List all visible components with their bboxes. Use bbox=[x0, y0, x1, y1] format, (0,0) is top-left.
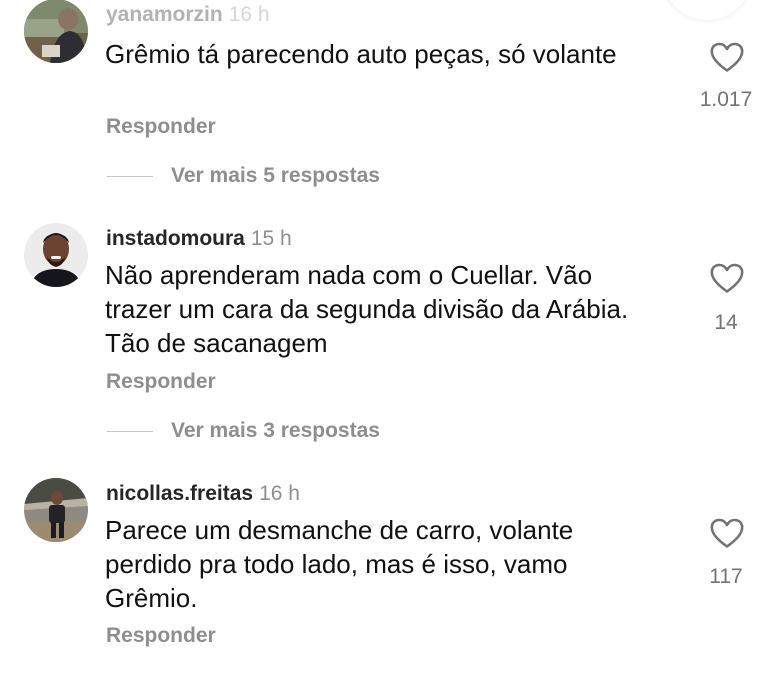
comment-text: Parece um desmanche de carro, volante pe… bbox=[105, 515, 574, 613]
heart-outline-icon[interactable] bbox=[709, 41, 745, 73]
view-more-replies-label: Ver mais 5 respostas bbox=[171, 164, 380, 187]
comment-username[interactable]: yanamorzin bbox=[106, 3, 223, 26]
like-count: 14 bbox=[714, 311, 738, 334]
divider-line bbox=[107, 430, 153, 432]
like-count: 1.017 bbox=[699, 88, 753, 111]
comment-time: 16 h bbox=[228, 3, 270, 26]
comment-meta: instadomoura 15 h bbox=[106, 226, 292, 252]
view-more-replies[interactable]: Ver mais 3 respostas bbox=[107, 417, 380, 445]
comment-time: 16 h bbox=[259, 482, 300, 505]
comment-username[interactable]: nicollas.freitas bbox=[106, 482, 253, 505]
heart-outline-icon[interactable] bbox=[709, 262, 745, 294]
comment-time: 15 h bbox=[250, 227, 292, 250]
view-more-replies[interactable]: Ver mais 5 respostas bbox=[107, 162, 380, 190]
reply-button[interactable]: Responder bbox=[106, 624, 216, 648]
view-more-replies-label: Ver mais 3 respostas bbox=[171, 419, 380, 442]
comment-username[interactable]: instadomoura bbox=[106, 227, 245, 250]
reply-button[interactable]: Responder bbox=[106, 115, 216, 139]
avatar[interactable] bbox=[24, 223, 88, 287]
avatar[interactable] bbox=[24, 478, 88, 542]
divider-line bbox=[107, 175, 153, 177]
heart-outline-icon[interactable] bbox=[709, 517, 745, 549]
like-count: 117 bbox=[709, 565, 743, 588]
floating-button-edge bbox=[662, 0, 752, 20]
reply-button[interactable]: Responder bbox=[106, 370, 216, 394]
comment-meta: yanamorzin 16 h bbox=[106, 2, 270, 28]
avatar[interactable] bbox=[24, 0, 88, 63]
comment-meta: nicollas.freitas 16 h bbox=[106, 481, 300, 507]
comment-text: Grêmio tá parecendo auto peças, só volan… bbox=[105, 39, 617, 69]
comment-text: Não aprenderam nada com o Cuellar. Vão t… bbox=[105, 260, 629, 358]
